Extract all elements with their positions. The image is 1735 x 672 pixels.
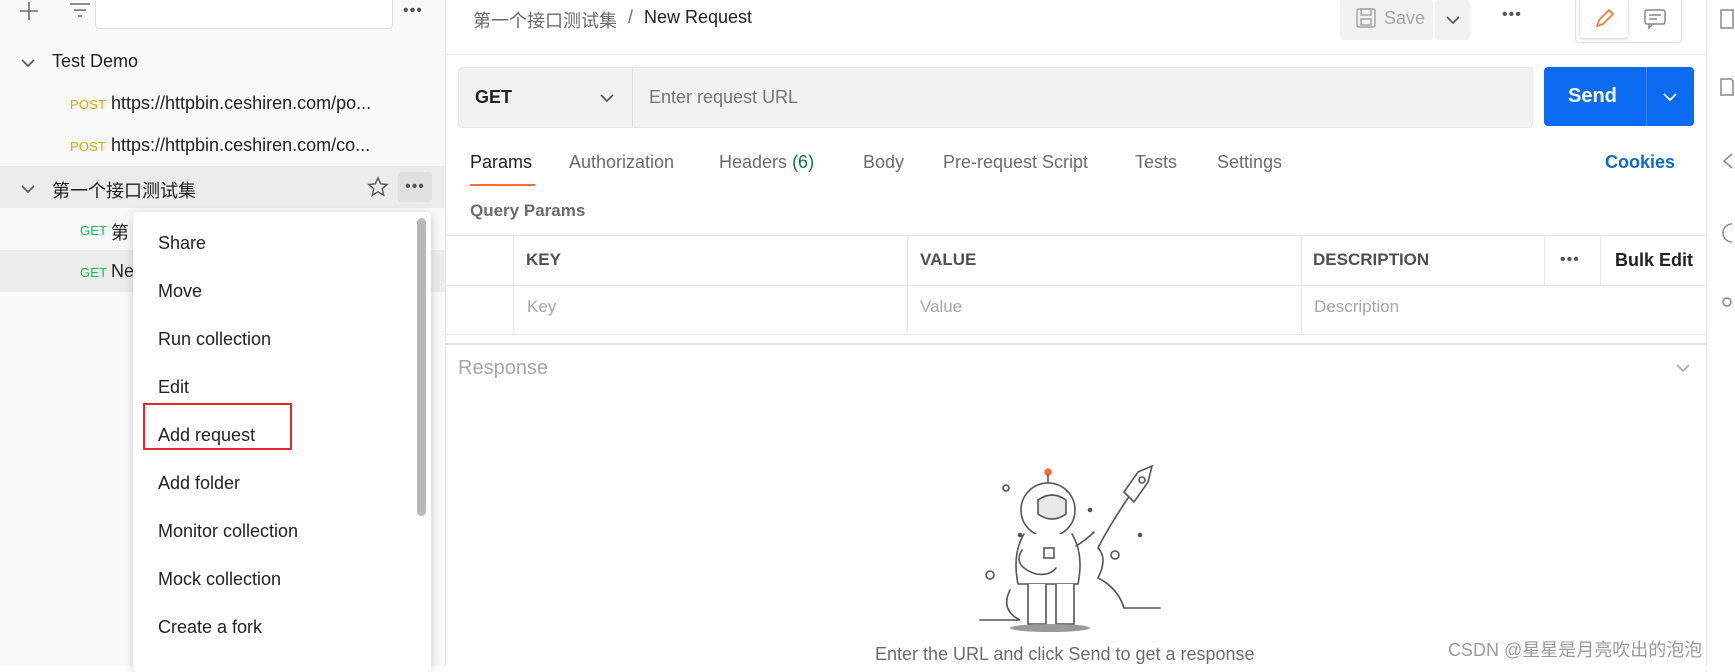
table-more-icon[interactable]: ••• xyxy=(1560,251,1580,269)
column-header-value: VALUE xyxy=(920,250,977,269)
highlight-annotation xyxy=(143,403,292,450)
save-dropdown-button[interactable] xyxy=(1435,0,1470,40)
settings-icon[interactable] xyxy=(1720,295,1734,314)
method-value: GET xyxy=(475,87,513,107)
col-divider xyxy=(1544,235,1545,285)
request-item[interactable]: POST https://httpbin.ceshiren.com/co... xyxy=(0,124,445,166)
method-badge: GET xyxy=(80,265,108,280)
breadcrumb-separator: / xyxy=(628,7,634,27)
divider xyxy=(446,54,1706,55)
watermark-text: CSDN @星星是月亮吹出的泡泡 xyxy=(1448,640,1703,660)
collection-more-button[interactable]: ••• xyxy=(398,172,432,202)
history-icon[interactable] xyxy=(1720,222,1734,249)
collection-name: 第一个接口测试集 xyxy=(52,181,196,201)
table-bottom-border xyxy=(446,334,1706,335)
headers-count: (6) xyxy=(792,152,815,172)
send-button-group: Send xyxy=(1544,67,1694,126)
plus-icon[interactable] xyxy=(18,0,40,26)
col-divider xyxy=(513,235,514,334)
menu-item-edit[interactable]: Edit xyxy=(158,377,189,398)
method-badge: POST xyxy=(70,139,107,154)
col-divider xyxy=(1301,235,1302,334)
method-badge: POST xyxy=(70,97,107,112)
active-tab-indicator xyxy=(470,184,535,186)
menu-item-mock-collection[interactable]: Mock collection xyxy=(158,569,281,590)
request-name: Ne xyxy=(111,261,135,281)
tab-authorization[interactable]: Authorization xyxy=(569,152,674,173)
breadcrumb-collection[interactable]: 第一个接口测试集 xyxy=(473,7,617,33)
collection-test-demo[interactable]: Test Demo xyxy=(0,40,445,82)
value-input[interactable]: Value xyxy=(920,297,962,317)
empty-response-message: Enter the URL and click Send to get a re… xyxy=(875,644,1255,664)
comment-icon[interactable] xyxy=(1643,8,1667,35)
tab-settings[interactable]: Settings xyxy=(1217,152,1282,173)
chevron-down-icon xyxy=(1445,13,1461,31)
col-divider xyxy=(907,235,908,334)
send-divider xyxy=(1646,67,1647,126)
query-params-title: Query Params xyxy=(470,201,586,220)
column-header-description: DESCRIPTION xyxy=(1313,250,1430,269)
save-label: Save xyxy=(1384,8,1426,28)
save-icon xyxy=(1355,7,1377,34)
send-button[interactable]: Send xyxy=(1568,85,1617,108)
menu-scrollbar[interactable] xyxy=(417,218,426,516)
collection-first[interactable]: 第一个接口测试集 ••• xyxy=(0,166,445,208)
method-badge: GET xyxy=(80,223,108,238)
bulk-edit-button[interactable]: Bulk Edit xyxy=(1615,250,1693,271)
pencil-icon xyxy=(1594,7,1616,34)
menu-item-run-collection[interactable]: Run collection xyxy=(158,329,271,350)
chevron-down-icon[interactable] xyxy=(20,54,36,75)
filter-icon[interactable] xyxy=(68,2,92,27)
info-icon[interactable] xyxy=(1720,152,1734,175)
tab-prerequest-script[interactable]: Pre-request Script xyxy=(943,152,1088,173)
search-input[interactable] xyxy=(95,0,393,29)
column-header-key: KEY xyxy=(526,250,561,269)
table-header-border xyxy=(446,285,1706,286)
tab-tests[interactable]: Tests xyxy=(1135,152,1177,173)
request-more-icon[interactable]: ••• xyxy=(1502,6,1522,24)
star-icon[interactable] xyxy=(367,176,389,203)
response-divider[interactable] xyxy=(446,343,1706,345)
send-dropdown-icon[interactable] xyxy=(1662,90,1678,108)
menu-item-create-fork[interactable]: Create a fork xyxy=(158,617,262,638)
chevron-down-icon[interactable] xyxy=(1675,361,1691,379)
document-icon[interactable] xyxy=(1720,8,1734,35)
request-name: 第 xyxy=(111,223,129,243)
collection-name: Test Demo xyxy=(52,51,139,71)
chevron-down-icon xyxy=(599,91,615,109)
request-item[interactable]: POST https://httpbin.ceshiren.com/po... xyxy=(0,82,445,124)
table-top-border xyxy=(446,235,1706,236)
menu-item-monitor-collection[interactable]: Monitor collection xyxy=(158,521,298,542)
request-url: https://httpbin.ceshiren.com/po... xyxy=(111,93,372,113)
tab-body[interactable]: Body xyxy=(863,152,904,173)
right-toolbar-divider xyxy=(1706,0,1707,666)
url-bar: GET xyxy=(458,67,1533,128)
request-url: https://httpbin.ceshiren.com/co... xyxy=(111,135,371,155)
tab-headers-label: Headers xyxy=(719,152,788,172)
menu-item-add-folder[interactable]: Add folder xyxy=(158,473,240,494)
tab-params[interactable]: Params xyxy=(470,152,532,173)
cookies-link[interactable]: Cookies xyxy=(1605,152,1675,173)
menu-item-move[interactable]: Move xyxy=(158,281,202,302)
col-divider xyxy=(1600,235,1601,285)
right-toggle-group xyxy=(1575,0,1682,43)
description-input[interactable]: Description xyxy=(1314,297,1399,317)
code-icon[interactable] xyxy=(1720,75,1734,102)
edit-mode-button[interactable] xyxy=(1580,0,1628,38)
url-input[interactable] xyxy=(633,68,1531,127)
save-button[interactable]: Save xyxy=(1340,0,1433,40)
response-title: Response xyxy=(458,357,549,379)
sidebar-more-icon[interactable]: ••• xyxy=(403,2,423,20)
method-select[interactable]: GET xyxy=(459,68,633,127)
key-input[interactable]: Key xyxy=(527,297,556,317)
tab-headers[interactable]: Headers (6) xyxy=(719,152,814,173)
astronaut-illustration-icon xyxy=(960,460,1190,645)
chevron-down-icon[interactable] xyxy=(20,180,36,201)
menu-item-share[interactable]: Share xyxy=(158,233,206,254)
page-title: New Request xyxy=(644,7,753,27)
